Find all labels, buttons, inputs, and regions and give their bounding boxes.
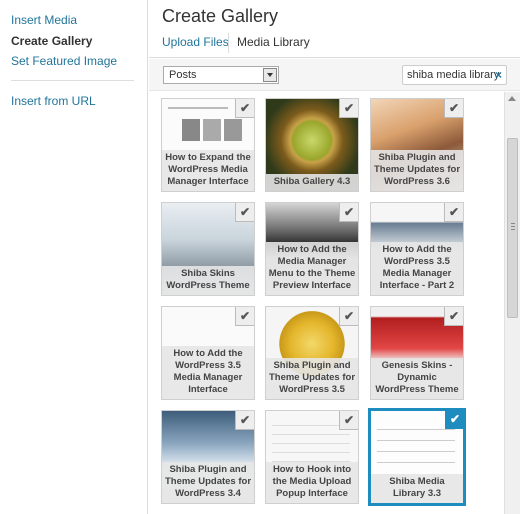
check-icon[interactable]: ✔ [444,99,463,118]
attachment-caption: Shiba Plugin and Theme Updates for WordP… [371,150,463,191]
check-icon[interactable]: ✔ [339,203,358,222]
attachment-caption: Shiba Skins WordPress Theme [162,266,254,295]
attachment-tile[interactable]: How to Add the WordPress 3.5 Media Manag… [161,306,255,400]
check-icon[interactable]: ✔ [444,203,463,222]
attachment-tile[interactable]: How to Add the WordPress 3.5 Media Manag… [370,202,464,296]
attachment-caption: How to Add the Media Manager Menu to the… [266,242,358,295]
chevron-down-icon[interactable] [263,68,277,82]
check-icon[interactable]: ✔ [235,99,254,118]
sidebar-divider [11,80,134,81]
check-icon[interactable]: ✔ [235,307,254,326]
attachment-tile[interactable]: Genesis Skins - Dynamic WordPress Theme ✔ [370,306,464,400]
attachment-caption: How to Add the WordPress 3.5 Media Manag… [371,242,463,295]
filter-select[interactable]: Posts [163,66,279,84]
check-icon[interactable]: ✔ [339,99,358,118]
scrollbar-thumb[interactable] [507,138,518,318]
search-input-value: shiba media library [407,69,500,81]
attachment-caption: How to Expand the WordPress Media Manage… [162,150,254,191]
attachment-caption: Genesis Skins - Dynamic WordPress Theme [371,358,463,399]
attachment-caption: Shiba Media Library 3.3 [371,474,463,503]
media-main: Create Gallery Upload Files Media Librar… [149,0,520,514]
sidebar-item-create-gallery[interactable]: Create Gallery [11,34,92,48]
filter-select-value: Posts [169,69,197,81]
check-icon[interactable]: ✔ [339,411,358,430]
check-icon[interactable]: ✔ [444,307,463,326]
grid-scrollbar[interactable] [504,92,520,514]
check-icon[interactable]: ✔ [339,307,358,326]
tab-upload-files[interactable]: Upload Files [162,35,229,49]
grip-icon [511,223,515,231]
attachment-tile[interactable]: Shiba Plugin and Theme Updates for WordP… [161,410,255,504]
attachment-caption: Shiba Plugin and Theme Updates for WordP… [266,358,358,399]
attachment-tile[interactable]: How to Hook into the Media Upload Popup … [265,410,359,504]
attachment-tile[interactable]: Shiba Plugin and Theme Updates for WordP… [370,98,464,192]
attachments-grid: How to Expand the WordPress Media Manage… [149,92,504,514]
attachment-caption: Shiba Gallery 4.3 [266,174,358,191]
sidebar-item-insert-from-url[interactable]: Insert from URL [11,94,96,108]
attachment-tile[interactable]: How to Add the Media Manager Menu to the… [265,202,359,296]
search-input[interactable]: shiba media library × [402,65,507,85]
sidebar-item-insert-media[interactable]: Insert Media [11,13,77,27]
attachment-caption: How to Hook into the Media Upload Popup … [266,462,358,503]
page-title: Create Gallery [162,6,279,26]
attachment-tile[interactable]: Shiba Gallery 4.3 ✔ [265,98,359,192]
attachment-tile-selected[interactable]: Shiba Media Library 3.3 ✔ [368,408,466,506]
check-icon[interactable]: ✔ [235,203,254,222]
check-icon[interactable]: ✔ [235,411,254,430]
check-icon[interactable]: ✔ [445,411,463,429]
close-icon[interactable]: × [495,68,502,82]
scroll-up-arrow-icon[interactable] [508,96,516,101]
tab-media-library[interactable]: Media Library [237,35,310,49]
attachment-tile[interactable]: Shiba Plugin and Theme Updates for WordP… [265,306,359,400]
attachment-caption: Shiba Plugin and Theme Updates for WordP… [162,462,254,503]
attachment-caption: How to Add the WordPress 3.5 Media Manag… [162,346,254,399]
router-tabs: Upload Files Media Library [149,30,520,58]
media-sidebar: Insert Media Create Gallery Set Featured… [0,0,148,514]
attachments-toolbar: Posts shiba media library × [149,59,520,91]
attachment-tile[interactable]: Shiba Skins WordPress Theme ✔ [161,202,255,296]
tab-divider [228,33,229,53]
attachment-tile[interactable]: How to Expand the WordPress Media Manage… [161,98,255,192]
sidebar-item-set-featured-image[interactable]: Set Featured Image [11,54,117,68]
